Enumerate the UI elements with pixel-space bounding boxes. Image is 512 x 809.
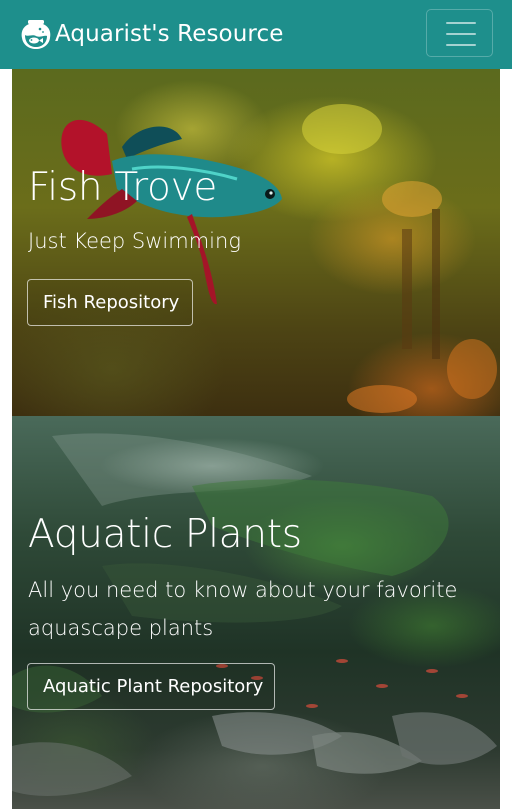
brand-link[interactable]: Aquarist's Resource	[20, 16, 283, 52]
aquatic-plant-repository-button[interactable]: Aquatic Plant Repository	[27, 663, 275, 710]
hamburger-menu-icon	[446, 22, 476, 46]
plants-hero-subtitle: All you need to know about your favorite…	[28, 578, 458, 640]
fish-hero-title: Fish Trove	[28, 165, 218, 210]
fish-repository-button[interactable]: Fish Repository	[27, 279, 193, 326]
fish-hero-subtitle: Just Keep Swimming	[28, 229, 241, 253]
navbar: Aquarist's Resource	[0, 0, 512, 69]
navbar-toggler-button[interactable]	[426, 9, 493, 57]
plants-hero-section: Aquatic Plants All you need to know abou…	[12, 416, 500, 809]
fishbowl-icon	[21, 20, 51, 49]
brand-title: Aquarist's Resource	[55, 21, 284, 47]
fish-hero-section: Fish Trove Just Keep Swimming Fish Repos…	[12, 69, 500, 416]
plants-hero-title: Aquatic Plants	[28, 512, 302, 557]
